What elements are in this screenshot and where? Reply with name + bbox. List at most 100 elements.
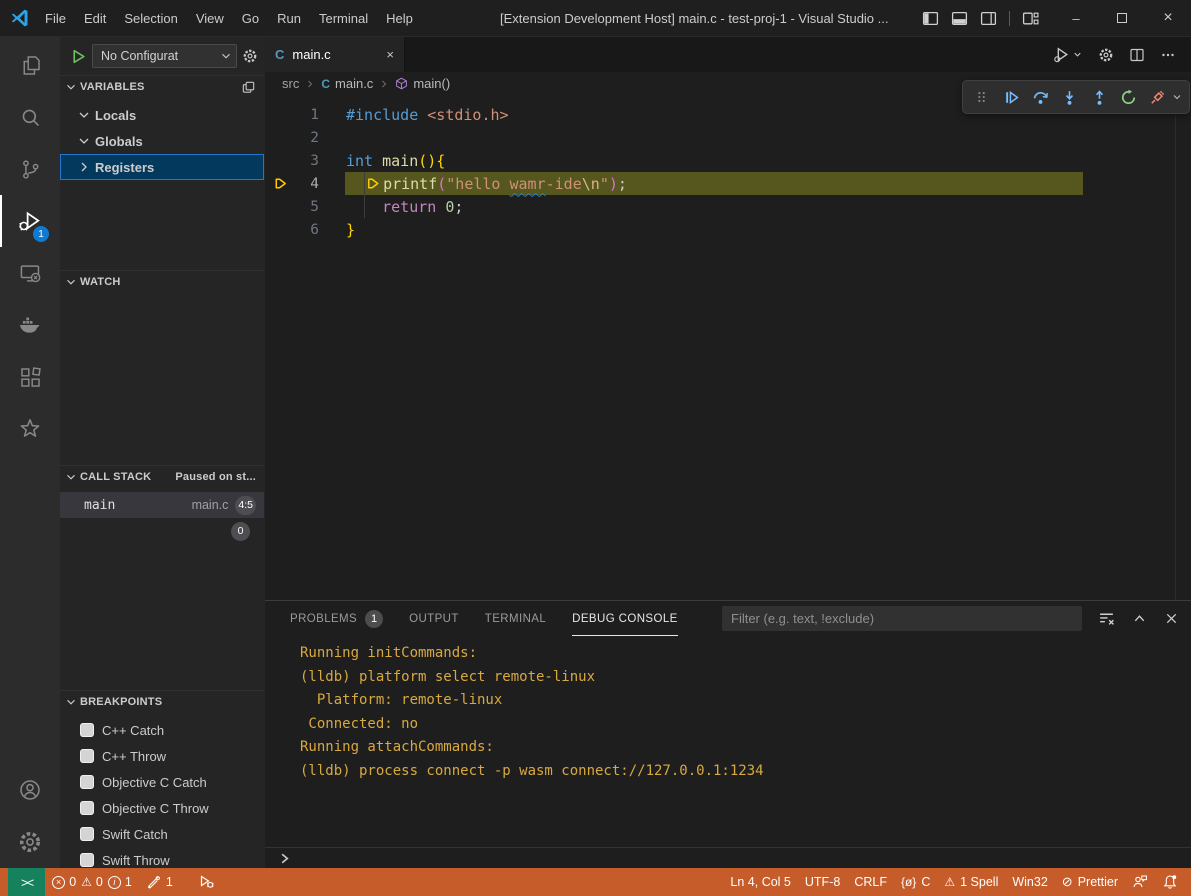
- checkbox[interactable]: [80, 801, 94, 815]
- chevron-down-icon: [64, 695, 78, 709]
- feedback-button[interactable]: [1125, 868, 1155, 896]
- tab-debug-console[interactable]: DEBUG CONSOLE: [572, 601, 678, 636]
- customize-layout-icon[interactable]: [1022, 10, 1039, 27]
- activity-accounts[interactable]: [0, 764, 60, 816]
- console-input-row[interactable]: [265, 847, 1191, 868]
- breakpoint-objc-throw[interactable]: Objective C Throw: [60, 795, 264, 821]
- stack-frame-row[interactable]: main main.c 4:5: [60, 492, 264, 518]
- breakpoints-header[interactable]: BREAKPOINTS: [60, 691, 264, 713]
- debug-config-dropdown[interactable]: No Configurat: [92, 44, 237, 68]
- more-actions-icon[interactable]: [1160, 47, 1176, 63]
- titlebar-controls: – ×: [922, 0, 1191, 36]
- activity-source-control[interactable]: [0, 143, 60, 195]
- activity-remote-explorer[interactable]: [0, 247, 60, 299]
- step-over-button[interactable]: [1028, 84, 1054, 110]
- platform-target[interactable]: Win32: [1005, 868, 1054, 896]
- breadcrumb-src[interactable]: src: [282, 76, 299, 91]
- code-editor[interactable]: 1 #include <stdio.h> 2 3 int main(){: [265, 95, 1191, 600]
- console-filter-input[interactable]: [722, 606, 1082, 631]
- continue-button[interactable]: [998, 84, 1024, 110]
- debug-settings-gear-icon[interactable]: [242, 48, 258, 64]
- scope-registers[interactable]: Registers: [60, 154, 264, 180]
- language-mode[interactable]: {ø}C: [894, 868, 937, 896]
- breakpoint-cpp-throw[interactable]: C++ Throw: [60, 743, 264, 769]
- chevron-down-icon[interactable]: [1171, 91, 1183, 103]
- step-into-button[interactable]: [1057, 84, 1083, 110]
- toggle-panel-icon[interactable]: [951, 10, 968, 27]
- menu-go[interactable]: Go: [233, 0, 268, 36]
- activity-settings[interactable]: [0, 816, 60, 868]
- menu-edit[interactable]: Edit: [75, 0, 115, 36]
- copy-value-icon[interactable]: [241, 80, 256, 95]
- breakpoint-objc-catch[interactable]: Objective C Catch: [60, 769, 264, 795]
- cursor-position[interactable]: Ln 4, Col 5: [723, 868, 797, 896]
- tools-status[interactable]: 1: [139, 868, 180, 896]
- call-stack-header[interactable]: CALL STACK Paused on st...: [60, 466, 264, 488]
- token: int: [346, 152, 373, 170]
- formatter-status[interactable]: ⊘Prettier: [1055, 868, 1125, 896]
- checkbox[interactable]: [80, 749, 94, 763]
- restart-button[interactable]: [1116, 84, 1142, 110]
- close-panel-icon[interactable]: [1164, 611, 1179, 626]
- frame-file: main.c: [192, 498, 229, 512]
- checkbox[interactable]: [80, 853, 94, 867]
- problems-status[interactable]: ×0 ⚠0 i1: [45, 868, 139, 896]
- activity-docker[interactable]: [0, 299, 60, 351]
- session-row[interactable]: 0: [60, 518, 264, 544]
- start-debug-button[interactable]: [70, 48, 87, 65]
- variables-header[interactable]: VARIABLES: [60, 76, 264, 98]
- activity-explorer[interactable]: [0, 39, 60, 91]
- notifications-bell[interactable]: [1155, 868, 1185, 896]
- run-or-debug-button[interactable]: [1053, 46, 1083, 63]
- tab-terminal[interactable]: TERMINAL: [485, 601, 546, 636]
- tab-problems[interactable]: PROBLEMS1: [290, 601, 383, 636]
- activity-star[interactable]: [0, 403, 60, 455]
- line-number: 6: [295, 222, 319, 238]
- minimize-button[interactable]: –: [1053, 0, 1099, 36]
- activity-extensions[interactable]: [0, 351, 60, 403]
- console-line: Connected: no: [300, 713, 1191, 737]
- menu-selection[interactable]: Selection: [115, 0, 186, 36]
- maximize-button[interactable]: [1099, 0, 1145, 36]
- menu-run[interactable]: Run: [268, 0, 310, 36]
- tab-output[interactable]: OUTPUT: [409, 601, 459, 636]
- breadcrumb-symbol[interactable]: main(): [413, 76, 450, 91]
- toggle-sidebar-icon[interactable]: [922, 10, 939, 27]
- editor-settings-gear-icon[interactable]: [1098, 47, 1114, 63]
- breakpoint-swift-throw[interactable]: Swift Throw: [60, 847, 264, 868]
- watch-header[interactable]: WATCH: [60, 271, 264, 293]
- tab-main-c[interactable]: C main.c ×: [265, 37, 405, 72]
- debug-console-output[interactable]: Running initCommands: (lldb) platform se…: [265, 636, 1191, 847]
- toolbar-drag-handle[interactable]: [969, 84, 995, 110]
- scope-globals[interactable]: Globals: [60, 128, 264, 154]
- checkbox[interactable]: [80, 827, 94, 841]
- checkbox[interactable]: [80, 723, 94, 737]
- menu-file[interactable]: File: [36, 0, 75, 36]
- breadcrumb-file[interactable]: main.c: [335, 76, 373, 91]
- debug-status[interactable]: [192, 868, 222, 896]
- gutter-line-4[interactable]: [265, 176, 295, 191]
- maximize-panel-icon[interactable]: [1132, 611, 1147, 626]
- remote-indicator[interactable]: ><: [8, 868, 45, 896]
- activity-search[interactable]: [0, 91, 60, 143]
- disconnect-button[interactable]: [1145, 84, 1171, 110]
- breakpoint-cpp-catch[interactable]: C++ Catch: [60, 717, 264, 743]
- menu-view[interactable]: View: [187, 0, 233, 36]
- spell-checker-status[interactable]: ⚠1 Spell: [937, 868, 1005, 896]
- eol-sequence[interactable]: CRLF: [847, 868, 894, 896]
- breakpoint-swift-catch[interactable]: Swift Catch: [60, 821, 264, 847]
- step-out-button[interactable]: [1086, 84, 1112, 110]
- activity-run-and-debug[interactable]: 1: [0, 195, 60, 247]
- code-line-5: 5 return 0;: [265, 195, 1191, 218]
- checkbox[interactable]: [80, 775, 94, 789]
- clear-console-icon[interactable]: [1098, 610, 1115, 627]
- scope-locals[interactable]: Locals: [60, 102, 264, 128]
- close-button[interactable]: ×: [1145, 0, 1191, 36]
- menu-terminal[interactable]: Terminal: [310, 0, 377, 36]
- menu-help[interactable]: Help: [377, 0, 422, 36]
- close-tab-icon[interactable]: ×: [386, 47, 394, 62]
- split-editor-icon[interactable]: [1129, 47, 1145, 63]
- symbol-method-icon: [395, 77, 408, 90]
- encoding[interactable]: UTF-8: [798, 868, 847, 896]
- toggle-secondary-sidebar-icon[interactable]: [980, 10, 997, 27]
